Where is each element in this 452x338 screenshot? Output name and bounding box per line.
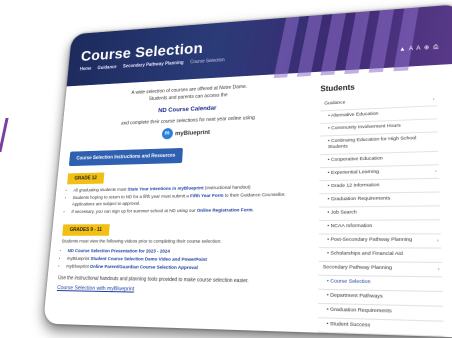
sidebar-item[interactable]: • Scholarships and Financial Aid	[319, 248, 442, 263]
chevron-right-icon[interactable]: ›	[437, 238, 439, 245]
sidebar-item[interactable]: • Post-Secondary Pathway Planning ›	[319, 234, 441, 248]
sidebar-item-label: • Grade 12 Information	[328, 183, 380, 189]
breadcrumb-home[interactable]: Home	[80, 66, 92, 72]
parent-approval-link[interactable]: Online Parent/Guardian Course Selection …	[90, 265, 198, 271]
list-item: Students hoping to return to ND for a fi…	[72, 191, 309, 208]
course-selection-myblueprint-link[interactable]: Course Selection with myBlueprint	[57, 285, 308, 296]
decorative-bracket	[0, 118, 19, 152]
myblueprint-icon: m	[161, 128, 173, 139]
state-intentions-link[interactable]: State Your Intentions in myBlueprint	[127, 186, 203, 192]
sidebar-item-label: • Scholarships and Financial Aid	[327, 251, 403, 257]
grade-12-badge: GRADE 12	[67, 172, 104, 184]
bullet-text: (instructional handout)	[204, 186, 251, 192]
sidebar-nav: Guidance › • Alternative Education • Commun…	[318, 93, 444, 336]
presentation-link[interactable]: ND Course Selection Presentation for 202…	[67, 249, 170, 254]
sidebar-item-label: • Cooperative Education	[328, 156, 383, 163]
sidebar-item-label: Secondary Pathway Planning	[323, 265, 392, 271]
sidebar-item-label: • NCAA Information	[327, 224, 372, 229]
instructions-resources-button[interactable]: Course Selection Instructions and Resour…	[69, 148, 183, 166]
list-item: myBlueprint Online Parent/Guardian Cours…	[66, 264, 308, 274]
grades-9-11-intro: Students must view the following videos …	[61, 240, 308, 245]
sidebar-item-label: • Community Involvement Hours	[328, 124, 401, 132]
header-decoration	[270, 7, 421, 74]
sidebar-item-label: • Alternative Education	[328, 112, 378, 119]
sidebar-item-label: • Student Success	[327, 322, 371, 329]
demo-video-link[interactable]: Student Course Selection Demo Video and …	[90, 257, 207, 263]
browser-card: Course Selection Home Guidance Secondary…	[43, 4, 452, 338]
sidebar-item-label: • Post-Secondary Pathway Planning	[327, 238, 412, 243]
sidebar-item-label: • Experiential Learning	[328, 170, 379, 176]
sidebar-item[interactable]: • NCAA Information	[319, 220, 441, 234]
sidebar-item[interactable]: • Job Search	[319, 206, 440, 221]
sidebar-item-label: • Continuing Education for High School S…	[328, 136, 417, 150]
sidebar-item[interactable]: • Student Success	[318, 318, 444, 337]
myblueprint-label: myBlueprint	[175, 129, 210, 137]
bullet-text: If necessary, you can sign up for summer…	[71, 209, 197, 215]
bullet-text: All graduating students must	[73, 188, 128, 194]
chevron-right-icon[interactable]: ›	[433, 96, 435, 102]
students-sidebar: Students Guidance › • Alternative Educatio…	[318, 79, 444, 337]
grades-9-11-badge: GRADES 9 - 11	[62, 224, 109, 236]
handouts-text: Use the instructional handouts and plann…	[58, 275, 308, 285]
chevron-right-icon[interactable]: ›	[435, 168, 437, 174]
sidebar-item-label: • Course Selection	[327, 279, 371, 285]
sidebar-item-label: • Job Search	[327, 210, 356, 215]
grade-12-list: All graduating students must State Your …	[64, 183, 309, 216]
bullet-text: myBlueprint	[67, 257, 91, 262]
breadcrumb-current: Course Selection	[190, 58, 225, 66]
bullet-text: Students hoping to return to ND for a fi…	[72, 194, 190, 201]
sidebar-item[interactable]: • Graduation Requirements	[319, 193, 440, 208]
sidebar-item-label: Guidance	[324, 101, 345, 107]
sidebar-item-label: • Graduation Requirements	[328, 196, 391, 202]
main-content: A wide selection of courses are offered …	[57, 80, 311, 296]
sidebar-item-label: • Graduation Requirements	[327, 307, 392, 314]
bullet-text: .	[252, 208, 253, 213]
sidebar-title: Students	[320, 79, 436, 94]
fifth-year-form-link[interactable]: Fifth Year Form	[190, 194, 224, 199]
bullet-text: myBlueprint	[66, 265, 90, 270]
online-registration-link[interactable]: Online Registration Form	[197, 208, 253, 214]
page-header: Course Selection Home Guidance Secondary…	[67, 4, 452, 86]
screenshot-stage: Course Selection Home Guidance Secondary…	[0, 0, 452, 312]
chevron-right-icon[interactable]: ›	[438, 266, 440, 273]
breadcrumb-guidance[interactable]: Guidance	[97, 65, 117, 71]
grades-9-11-list: ND Course Selection Presentation for 202…	[59, 248, 308, 273]
sidebar-item-label: • Department Pathways	[327, 293, 383, 300]
accessibility-tools[interactable]: ▲ A A ⊕ ⎙	[399, 44, 439, 54]
